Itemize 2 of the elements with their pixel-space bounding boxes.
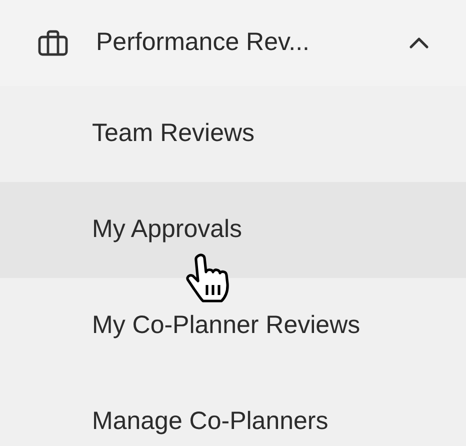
submenu-item[interactable]: My Approvals bbox=[0, 182, 466, 278]
briefcase-icon bbox=[38, 30, 68, 56]
